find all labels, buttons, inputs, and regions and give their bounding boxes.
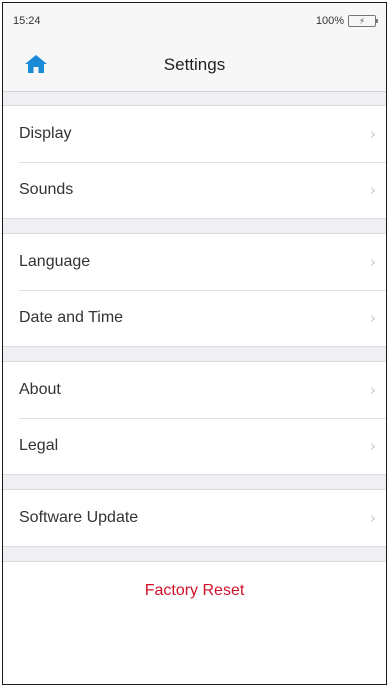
settings-item-label: Legal bbox=[19, 437, 59, 454]
settings-item-display[interactable]: Display › bbox=[3, 106, 386, 162]
settings-item-label: About bbox=[19, 381, 61, 398]
chevron-right-icon: › bbox=[370, 437, 376, 455]
settings-item-date-time[interactable]: Date and Time › bbox=[3, 290, 386, 346]
nav-bar: Settings bbox=[3, 39, 386, 92]
battery-icon: ⚡ bbox=[348, 15, 378, 27]
settings-item-legal[interactable]: Legal › bbox=[3, 418, 386, 474]
settings-group-info: About › Legal › bbox=[3, 362, 386, 475]
section-gap bbox=[3, 475, 386, 490]
section-gap bbox=[3, 347, 386, 362]
settings-item-label: Date and Time bbox=[19, 309, 124, 326]
settings-item-label: Display bbox=[19, 125, 72, 142]
settings-item-label: Sounds bbox=[19, 181, 74, 198]
settings-item-language[interactable]: Language › bbox=[3, 234, 386, 290]
battery-percent: 100% bbox=[315, 15, 344, 27]
chevron-right-icon: › bbox=[370, 181, 376, 199]
settings-item-sounds[interactable]: Sounds › bbox=[3, 162, 386, 218]
chevron-right-icon: › bbox=[370, 509, 376, 527]
settings-group-locale: Language › Date and Time › bbox=[3, 234, 386, 347]
empty-area bbox=[3, 612, 386, 684]
settings-group-update: Software Update › bbox=[3, 490, 386, 547]
status-right: 100% ⚡ bbox=[315, 15, 378, 27]
charging-icon: ⚡ bbox=[358, 15, 366, 26]
settings-item-label: Language bbox=[19, 253, 91, 270]
section-gap bbox=[3, 547, 386, 562]
factory-reset-label: Factory Reset bbox=[144, 582, 245, 599]
chevron-right-icon: › bbox=[370, 125, 376, 143]
chevron-right-icon: › bbox=[370, 253, 376, 271]
chevron-right-icon: › bbox=[370, 309, 376, 327]
settings-item-software-update[interactable]: Software Update › bbox=[3, 490, 386, 546]
settings-item-label: Software Update bbox=[19, 509, 139, 526]
device-screen: 15:24 100% ⚡ Settings Display › Sounds › bbox=[2, 2, 387, 685]
home-button[interactable] bbox=[21, 51, 51, 77]
home-icon bbox=[25, 55, 47, 73]
status-bar: 15:24 100% ⚡ bbox=[3, 3, 386, 39]
settings-item-about[interactable]: About › bbox=[3, 362, 386, 418]
settings-group-display: Display › Sounds › bbox=[3, 106, 386, 219]
section-gap bbox=[3, 219, 386, 234]
page-title: Settings bbox=[163, 55, 226, 74]
chevron-right-icon: › bbox=[370, 381, 376, 399]
status-time: 15:24 bbox=[13, 15, 41, 27]
section-gap bbox=[3, 92, 386, 106]
